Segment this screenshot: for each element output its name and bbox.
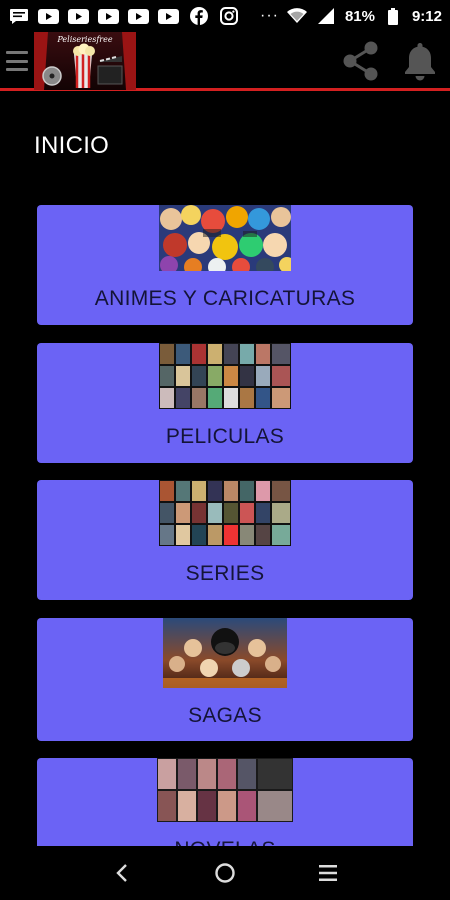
clock: 9:12 bbox=[411, 7, 442, 25]
message-icon bbox=[8, 8, 29, 25]
category-label: SAGAS bbox=[188, 704, 262, 727]
main-content[interactable]: INICIO ANIMES Y CARICATURAS PELICULAS SE… bbox=[0, 94, 450, 846]
notifications-button[interactable] bbox=[400, 40, 440, 82]
back-button[interactable] bbox=[102, 853, 142, 893]
status-bar: ··· 81% 9:12 bbox=[0, 0, 450, 32]
menu-button[interactable] bbox=[6, 48, 28, 74]
category-label: SERIES bbox=[185, 562, 265, 585]
animes-thumbnail bbox=[159, 205, 291, 271]
instagram-icon bbox=[218, 7, 239, 25]
youtube-icon bbox=[38, 8, 59, 25]
back-icon bbox=[115, 864, 127, 882]
category-card-novelas[interactable]: NOVELAS bbox=[37, 758, 413, 846]
page-title: INICIO bbox=[34, 132, 110, 159]
category-card-series[interactable]: SERIES bbox=[37, 480, 413, 600]
youtube-icon bbox=[128, 8, 149, 25]
peliculas-thumbnail bbox=[159, 343, 291, 409]
category-label: PELICULAS bbox=[165, 425, 285, 448]
battery-percentage: 81% bbox=[344, 7, 375, 25]
home-icon bbox=[215, 863, 235, 883]
more-notifications: ··· bbox=[260, 7, 279, 24]
recent-apps-icon bbox=[319, 865, 338, 881]
notification-icons: ··· bbox=[8, 7, 279, 25]
menu-icon-line bbox=[6, 68, 28, 71]
youtube-icon bbox=[158, 8, 179, 25]
novelas-thumbnail bbox=[157, 758, 293, 822]
menu-icon-line bbox=[6, 51, 28, 54]
category-label: NOVELAS bbox=[37, 838, 413, 846]
recent-apps-button[interactable] bbox=[308, 853, 348, 893]
app-bar: Peliseriesfree bbox=[0, 32, 450, 91]
navigation-bar bbox=[0, 846, 450, 900]
share-button[interactable] bbox=[338, 40, 384, 82]
share-icon bbox=[343, 41, 378, 81]
wifi-icon bbox=[287, 8, 308, 25]
youtube-icon bbox=[98, 8, 119, 25]
category-card-animes[interactable]: ANIMES Y CARICATURAS bbox=[37, 205, 413, 325]
menu-icon-line bbox=[6, 59, 28, 63]
battery-icon bbox=[383, 7, 404, 25]
series-thumbnail bbox=[159, 480, 291, 546]
bell-icon bbox=[405, 43, 435, 81]
app-logo[interactable]: Peliseriesfree bbox=[34, 32, 136, 90]
sagas-thumbnail bbox=[163, 618, 287, 688]
youtube-icon bbox=[68, 8, 89, 25]
signal-icon bbox=[316, 8, 337, 25]
category-card-peliculas[interactable]: PELICULAS bbox=[37, 343, 413, 463]
category-card-sagas[interactable]: SAGAS bbox=[37, 618, 413, 741]
logo-text: Peliseriesfree bbox=[56, 35, 112, 44]
category-label: ANIMES Y CARICATURAS bbox=[94, 287, 356, 310]
facebook-icon bbox=[188, 7, 209, 25]
home-button[interactable] bbox=[205, 853, 245, 893]
